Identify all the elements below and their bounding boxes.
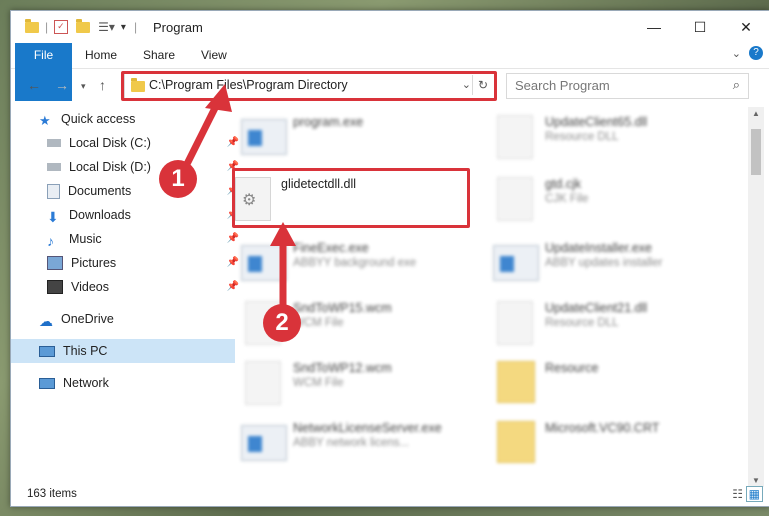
annotation-overlay [181, 84, 296, 305]
arrow-1-head [205, 84, 232, 112]
arrow-1-shaft [181, 98, 223, 170]
step-1-badge: 1 [159, 160, 197, 198]
arrow-2-head [270, 222, 296, 246]
step-2-badge: 2 [263, 304, 301, 342]
